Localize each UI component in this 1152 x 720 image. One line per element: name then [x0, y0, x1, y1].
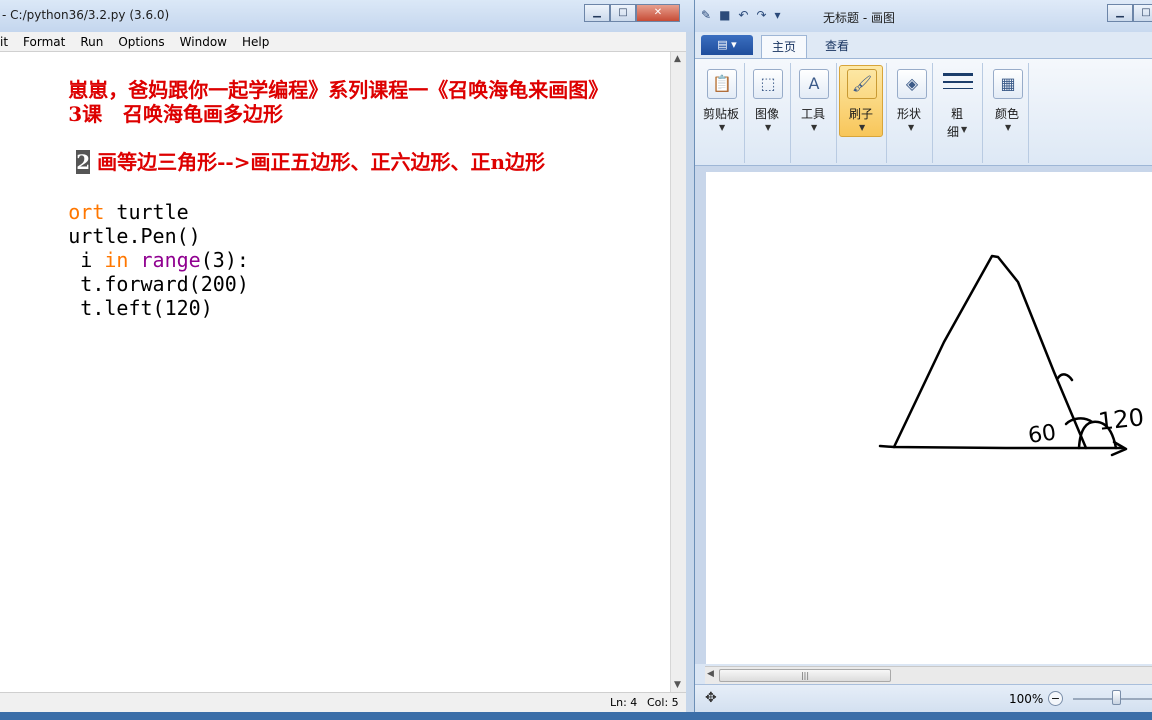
clipboard-label: 剪贴板: [703, 107, 740, 121]
menu-options[interactable]: Options: [118, 35, 164, 49]
scroll-thumb[interactable]: |||: [719, 669, 891, 682]
chevron-down-icon: ▼: [719, 123, 726, 132]
quick-access-toolbar: ✎ ■ ↶ ↷ ▾: [701, 8, 781, 22]
zoom-slider-thumb[interactable]: [1112, 690, 1121, 705]
size-label-bottom: 细: [947, 125, 960, 139]
paint-app-icon[interactable]: ✎: [701, 8, 711, 22]
menu-window[interactable]: Window: [180, 35, 227, 49]
idle-editor-window: - C:/python36/3.2.py (3.6.0) ▁ □ ✕ it Fo…: [0, 0, 694, 720]
text-cursor-selection: 2: [76, 150, 91, 174]
tools-label: 工具: [801, 107, 826, 121]
ribbon-group-colors[interactable]: ▦ 颜色 ▼: [989, 63, 1029, 163]
ribbon-group-tools[interactable]: A 工具 ▼: [793, 63, 837, 163]
hand-drawn-triangle-sketch: 60 120: [878, 254, 1145, 457]
line-number: Ln: 4: [610, 696, 638, 709]
image-label: 图像: [755, 107, 780, 121]
ribbon-tabs: ▤ ▾ 主页 查看: [695, 32, 1152, 58]
ribbon: 📋 剪贴板 ▼ ⬚ 图像 ▼ A 工具 ▼ 🖌 刷子 ▼ ◈ 形状 ▼ 粗 细 …: [695, 58, 1152, 166]
ribbon-group-shapes[interactable]: ◈ 形状 ▼: [891, 63, 933, 163]
ribbon-group-size[interactable]: 粗 细 ▼: [935, 63, 983, 163]
taskbar-edge: [0, 712, 1152, 720]
ribbon-group-brush[interactable]: 🖌 刷子 ▼: [839, 63, 887, 163]
code-line-left: t.left(120): [0, 272, 213, 344]
editor-vertical-scrollbar[interactable]: ▲ ▼: [670, 52, 686, 692]
maximize-button[interactable]: □: [1133, 4, 1152, 22]
idle-window-title: - C:/python36/3.2.py (3.6.0): [2, 8, 170, 22]
idle-window-controls: ▁ □ ✕: [584, 4, 680, 22]
shapes-label: 形状: [897, 107, 922, 121]
move-icon: ✥: [705, 690, 717, 706]
scroll-up-arrow-icon[interactable]: ▲: [674, 54, 681, 64]
maximize-button[interactable]: □: [610, 4, 636, 22]
brush-label: 刷子: [849, 107, 874, 121]
size-line: [943, 88, 973, 89]
comment-text: 3课 召唤海龟画多边形: [68, 102, 284, 126]
menu-edit[interactable]: it: [0, 35, 8, 49]
turn-arrow: [1056, 373, 1074, 382]
paint-window: ✎ ■ ↶ ↷ ▾ 无标题 - 画图 ▁ □ ▤ ▾ 主页 查看 📋 剪贴板 ▼…: [695, 0, 1152, 720]
tab-view[interactable]: 查看: [815, 35, 859, 58]
chevron-down-icon: ▼: [765, 123, 772, 132]
undo-icon[interactable]: ↶: [738, 8, 748, 22]
tools-icon: A: [799, 69, 829, 99]
chevron-down-icon: ▼: [908, 123, 915, 132]
customize-dropdown-icon[interactable]: ▾: [775, 8, 781, 22]
angle-label-120: 120: [1097, 403, 1145, 436]
save-icon[interactable]: ■: [719, 8, 730, 22]
code-editor[interactable]: 崽崽，爸妈跟你一起学编程》系列课程一《召唤海龟来画图》 3课 召唤海龟画多边形 …: [0, 52, 670, 692]
file-menu-button[interactable]: ▤ ▾: [701, 35, 753, 55]
menu-run[interactable]: Run: [80, 35, 103, 49]
triangle-sides: [892, 254, 1088, 450]
scroll-down-arrow-icon[interactable]: ▼: [674, 680, 681, 690]
size-label-top: 粗: [951, 107, 964, 121]
paint-titlebar[interactable]: ✎ ■ ↶ ↷ ▾ 无标题 - 画图 ▁ □: [695, 0, 1152, 32]
colors-label: 颜色: [995, 107, 1020, 121]
select-icon: ⬚: [753, 69, 783, 99]
size-line: [943, 81, 973, 83]
canvas-horizontal-scrollbar[interactable]: ◀ |||: [705, 666, 1152, 684]
ribbon-group-clipboard[interactable]: 📋 剪贴板 ▼: [701, 63, 745, 163]
ribbon-group-image[interactable]: ⬚ 图像 ▼: [747, 63, 791, 163]
colors-icon: ▦: [993, 69, 1023, 99]
brush-icon: 🖌: [847, 69, 877, 99]
tab-home[interactable]: 主页: [761, 35, 808, 58]
window-border: [686, 32, 694, 720]
menu-help[interactable]: Help: [242, 35, 269, 49]
idle-statusbar: Ln: 4 Col: 5: [0, 692, 686, 712]
code-text: t.left(120): [68, 296, 213, 320]
paint-statusbar: ✥ 100% −: [695, 684, 1152, 712]
shapes-icon: ◈: [897, 69, 927, 99]
canvas-area: 60 120: [695, 166, 1152, 664]
clipboard-icon: 📋: [707, 69, 737, 99]
paint-window-controls: ▁ □: [1107, 4, 1152, 22]
close-button[interactable]: ✕: [636, 4, 680, 22]
paint-window-title: 无标题 - 画图: [823, 11, 895, 25]
idle-titlebar[interactable]: - C:/python36/3.2.py (3.6.0) ▁ □ ✕: [0, 0, 694, 32]
size-icon: [943, 73, 973, 76]
chevron-down-icon: ▼: [961, 125, 968, 134]
column-number: Col: 5: [647, 696, 679, 709]
zoom-out-button[interactable]: −: [1048, 691, 1063, 706]
drawing-canvas[interactable]: 60 120: [706, 172, 1152, 664]
angle-label-60: 60: [1027, 420, 1058, 449]
chevron-down-icon: ▼: [811, 123, 818, 132]
comment-text: 画等边三角形-->画正五边形、正六边形、正n边形: [90, 150, 546, 174]
chevron-down-icon: ▼: [859, 123, 866, 132]
idle-menubar: it Format Run Options Window Help: [0, 32, 694, 52]
chevron-down-icon: ▼: [1005, 123, 1012, 132]
menu-format[interactable]: Format: [23, 35, 65, 49]
scroll-left-arrow-icon[interactable]: ◀: [707, 669, 714, 679]
minimize-button[interactable]: ▁: [1107, 4, 1133, 22]
minimize-button[interactable]: ▁: [584, 4, 610, 22]
zoom-level: 100%: [1009, 692, 1044, 706]
redo-icon[interactable]: ↷: [756, 8, 766, 22]
